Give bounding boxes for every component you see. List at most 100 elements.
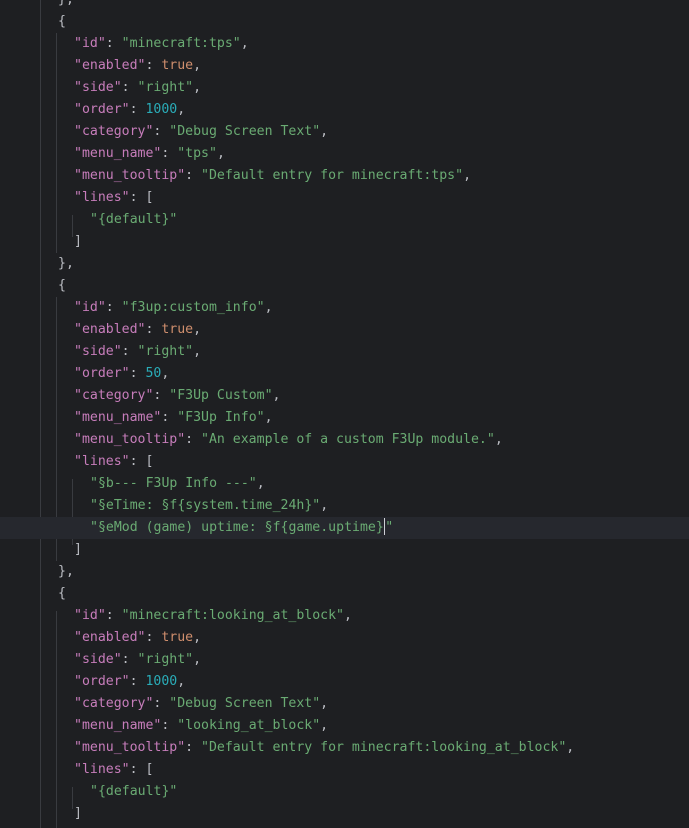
- json-key: "lines": [74, 762, 130, 777]
- code-line[interactable]: "order": 1000,: [0, 671, 689, 693]
- code-line-text: "menu_name": "tps",: [74, 143, 225, 165]
- json-string: "Debug Screen Text": [169, 696, 321, 711]
- code-line[interactable]: },: [0, 561, 689, 583]
- code-line[interactable]: "lines": [: [0, 187, 689, 209]
- json-key: "side": [74, 80, 122, 95]
- code-line[interactable]: "side": "right",: [0, 649, 689, 671]
- json-punctuation: ]: [74, 542, 82, 557]
- code-line-text: "id": "minecraft:tps",: [74, 33, 249, 55]
- json-string: "right": [137, 344, 194, 359]
- code-line[interactable]: "{default}": [0, 209, 689, 231]
- json-string: "minecraft:looking_at_block": [121, 608, 344, 623]
- code-line-text: "order": 50,: [74, 363, 169, 385]
- json-punctuation: :: [161, 410, 178, 425]
- code-line[interactable]: "menu_name": "F3Up Info",: [0, 407, 689, 429]
- json-punctuation: :: [185, 168, 202, 183]
- json-key: "menu_name": [74, 410, 162, 425]
- json-punctuation: :: [129, 366, 146, 381]
- json-punctuation: ,: [193, 630, 202, 645]
- code-line-text: "enabled": true,: [74, 55, 201, 77]
- json-punctuation: ,: [343, 608, 352, 623]
- code-line[interactable]: "menu_tooltip": "Default entry for minec…: [0, 165, 689, 187]
- json-punctuation: :: [161, 718, 178, 733]
- json-key: "menu_tooltip": [74, 740, 186, 755]
- json-punctuation: ,: [177, 674, 186, 689]
- json-string: "§eTime: §f{system.time_24h}": [90, 498, 321, 513]
- code-line[interactable]: {: [0, 583, 689, 605]
- code-line[interactable]: "menu_name": "looking_at_block",: [0, 715, 689, 737]
- code-line-text: "lines": [: [74, 451, 153, 473]
- json-key: "enabled": [74, 322, 146, 337]
- json-boolean: true: [161, 322, 194, 337]
- json-key: "enabled": [74, 58, 146, 73]
- code-line[interactable]: "enabled": true,: [0, 627, 689, 649]
- code-line[interactable]: ]: [0, 539, 689, 561]
- json-punctuation: : [: [129, 190, 154, 205]
- json-string: "{default}": [90, 212, 178, 227]
- json-punctuation: ,: [320, 696, 329, 711]
- code-line[interactable]: "side": "right",: [0, 77, 689, 99]
- code-line[interactable]: ]: [0, 803, 689, 825]
- json-punctuation: ,: [216, 146, 225, 161]
- json-punctuation: :: [121, 80, 138, 95]
- code-line[interactable]: "id": "minecraft:looking_at_block",: [0, 605, 689, 627]
- json-key: "menu_name": [74, 718, 162, 733]
- code-line[interactable]: "lines": [: [0, 759, 689, 781]
- json-key: "lines": [74, 190, 130, 205]
- json-key: "menu_tooltip": [74, 168, 186, 183]
- code-editor[interactable]: },{"id": "minecraft:tps","enabled": true…: [0, 0, 689, 828]
- json-key: "lines": [74, 454, 130, 469]
- current-code-line[interactable]: "§eMod (game) uptime: §f{game.uptime} ": [0, 517, 689, 539]
- code-line[interactable]: {: [0, 275, 689, 297]
- code-line[interactable]: "category": "F3Up Custom",: [0, 385, 689, 407]
- code-line-text: {: [58, 275, 66, 297]
- code-line[interactable]: },: [0, 253, 689, 275]
- code-line-text: "category": "Debug Screen Text",: [74, 693, 328, 715]
- json-punctuation: ,: [193, 80, 202, 95]
- json-number: 1000: [145, 674, 178, 689]
- code-line[interactable]: "menu_tooltip": "Default entry for minec…: [0, 737, 689, 759]
- json-string: "An example of a custom F3Up module.": [201, 432, 495, 447]
- code-line[interactable]: {: [0, 11, 689, 33]
- code-line[interactable]: "side": "right",: [0, 341, 689, 363]
- code-line-text: "category": "F3Up Custom",: [74, 385, 280, 407]
- code-line-text: "{default}": [90, 209, 177, 231]
- code-line-text: "menu_tooltip": "An example of a custom …: [74, 429, 503, 451]
- code-line[interactable]: "{default}": [0, 781, 689, 803]
- code-line[interactable]: },: [0, 0, 689, 11]
- code-line[interactable]: "category": "Debug Screen Text",: [0, 693, 689, 715]
- code-line-text: "id": "f3up:custom_info",: [74, 297, 273, 319]
- json-key: "id": [74, 608, 106, 623]
- json-punctuation: },: [58, 256, 74, 271]
- json-string: "right": [137, 652, 194, 667]
- code-line-text: "order": 1000,: [74, 99, 185, 121]
- json-punctuation: ,: [264, 300, 273, 315]
- code-line[interactable]: "menu_name": "tps",: [0, 143, 689, 165]
- json-punctuation: :: [129, 102, 146, 117]
- code-line[interactable]: "order": 50,: [0, 363, 689, 385]
- json-punctuation: ]: [74, 806, 82, 821]
- code-line[interactable]: "menu_tooltip": "An example of a custom …: [0, 429, 689, 451]
- code-line[interactable]: "enabled": true,: [0, 55, 689, 77]
- json-punctuation: :: [161, 146, 178, 161]
- code-line[interactable]: "lines": [: [0, 451, 689, 473]
- json-punctuation: {: [58, 278, 66, 293]
- code-line-text: "enabled": true,: [74, 319, 201, 341]
- code-line[interactable]: "category": "Debug Screen Text",: [0, 121, 689, 143]
- json-string: "minecraft:tps": [121, 36, 241, 51]
- code-line-text: "id": "minecraft:looking_at_block",: [74, 605, 352, 627]
- json-string: "f3up:custom_info": [121, 300, 265, 315]
- code-line[interactable]: ]: [0, 231, 689, 253]
- code-line[interactable]: "order": 1000,: [0, 99, 689, 121]
- json-key: "category": [74, 124, 154, 139]
- json-string: "F3Up Custom": [169, 388, 273, 403]
- code-line[interactable]: "§b--- F3Up Info ---",: [0, 473, 689, 495]
- code-line[interactable]: "id": "f3up:custom_info",: [0, 297, 689, 319]
- json-punctuation: ,: [320, 718, 329, 733]
- json-key: "menu_name": [74, 146, 162, 161]
- code-line-text: "category": "Debug Screen Text",: [74, 121, 328, 143]
- code-line-text: ]: [74, 803, 82, 825]
- code-line[interactable]: "§eTime: §f{system.time_24h}",: [0, 495, 689, 517]
- code-line[interactable]: "id": "minecraft:tps",: [0, 33, 689, 55]
- code-line[interactable]: "enabled": true,: [0, 319, 689, 341]
